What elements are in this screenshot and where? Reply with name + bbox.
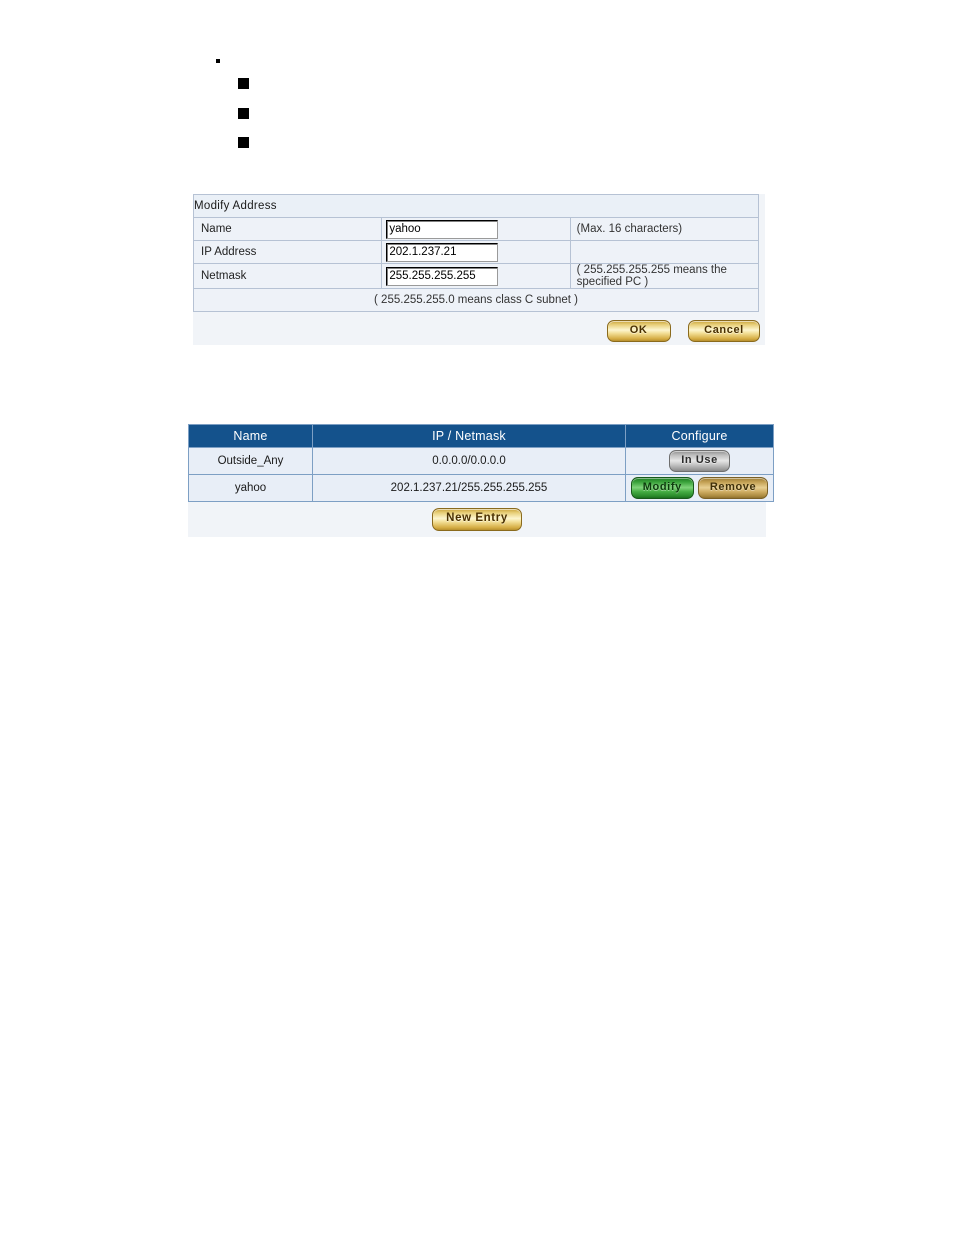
netmask-field-cell <box>381 263 571 289</box>
form-row-ip-address: IP Address <box>192 240 760 264</box>
address-list-panel: Name IP / Netmask Configure Outside_Any … <box>188 424 774 537</box>
netmask-input[interactable] <box>386 266 499 286</box>
netmask-label: Netmask <box>192 263 383 289</box>
address-list-table: Name IP / Netmask Configure Outside_Any … <box>188 424 774 502</box>
table-row: Outside_Any 0.0.0.0/0.0.0.0 In Use <box>188 447 774 475</box>
form-title-row: Modify Address <box>193 194 759 218</box>
name-label: Name <box>192 217 383 241</box>
cell-name: Outside_Any <box>188 447 313 475</box>
ok-button[interactable]: OK <box>606 320 671 342</box>
new-entry-bar: New Entry <box>188 508 766 531</box>
cell-configure: In Use <box>625 447 774 475</box>
ip-address-field-cell <box>381 240 571 264</box>
cell-configure: Modify Remove <box>625 474 774 502</box>
form-row-name: Name (Max. 16 characters) <box>192 217 760 241</box>
name-hint: (Max. 16 characters) <box>569 217 760 241</box>
column-header-configure: Configure <box>625 424 774 448</box>
form-title: Modify Address <box>193 194 759 218</box>
form-button-bar: OK Cancel <box>193 320 765 345</box>
modify-button[interactable]: Modify <box>630 477 694 499</box>
ip-address-label: IP Address <box>192 240 383 264</box>
ip-address-input[interactable] <box>386 242 499 262</box>
netmask-hint: ( 255.255.255.255 means the specified PC… <box>569 263 760 289</box>
new-entry-button[interactable]: New Entry <box>432 508 522 531</box>
small-square-bullet-icon <box>216 59 220 63</box>
ip-address-hint <box>569 240 760 264</box>
column-header-name: Name <box>188 424 313 448</box>
form-row-netmask: Netmask ( 255.255.255.255 means the spec… <box>192 263 760 289</box>
filled-square-bullet-icon <box>238 108 249 119</box>
cell-ip-netmask: 0.0.0.0/0.0.0.0 <box>312 447 626 475</box>
column-header-ip-netmask: IP / Netmask <box>312 424 626 448</box>
form-row-extra-hint: ( 255.255.255.0 means class C subnet ) <box>193 288 759 312</box>
table-header-row: Name IP / Netmask Configure <box>188 424 774 448</box>
netmask-class-c-hint: ( 255.255.255.0 means class C subnet ) <box>193 288 759 312</box>
cell-ip-netmask: 202.1.237.21/255.255.255.255 <box>312 474 626 502</box>
modify-address-form: Modify Address Name (Max. 16 characters)… <box>192 194 760 312</box>
cell-name: yahoo <box>188 474 313 502</box>
in-use-button[interactable]: In Use <box>669 450 730 472</box>
table-row: yahoo 202.1.237.21/255.255.255.255 Modif… <box>188 474 774 502</box>
name-input[interactable] <box>386 219 499 239</box>
modify-address-panel: Modify Address Name (Max. 16 characters)… <box>192 194 765 345</box>
cancel-button[interactable]: Cancel <box>688 320 760 342</box>
remove-button[interactable]: Remove <box>697 477 769 499</box>
filled-square-bullet-icon <box>238 137 249 148</box>
filled-square-bullet-icon <box>238 78 249 89</box>
name-field-cell <box>381 217 571 241</box>
